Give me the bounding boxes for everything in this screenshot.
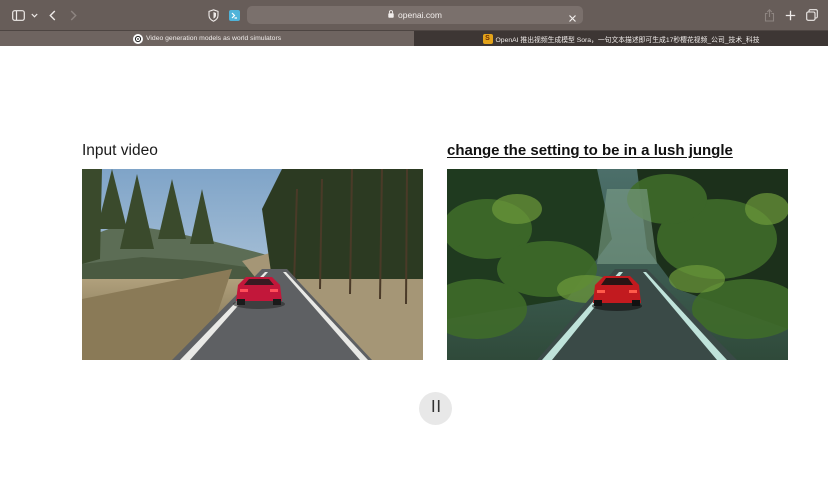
chevron-down-icon[interactable]: [29, 6, 39, 24]
tab-bar: Video generation models as world simulat…: [0, 30, 828, 46]
address-text: openai.com: [398, 10, 442, 20]
share-icon[interactable]: [762, 6, 776, 24]
tab-video-generation[interactable]: Video generation models as world simulat…: [0, 31, 414, 46]
close-icon[interactable]: [568, 10, 577, 28]
output-video[interactable]: [447, 169, 788, 360]
extension-icon[interactable]: [227, 6, 241, 24]
tab-label: Video generation models as world simulat…: [146, 35, 282, 42]
new-tab-icon[interactable]: [783, 6, 797, 24]
browser-toolbar: openai.com: [0, 0, 828, 30]
input-video-label: Input video: [82, 142, 158, 159]
tab-label: OpenAI 推出视频生成模型 Sora，一句文本描述即可生成17秒樱花视频_公…: [495, 36, 760, 44]
pause-button[interactable]: [419, 392, 452, 425]
tab-overview-icon[interactable]: [805, 6, 819, 24]
lock-icon: [388, 10, 394, 20]
s-logo-icon: S: [482, 33, 493, 44]
back-icon[interactable]: [46, 6, 58, 24]
openai-logo-icon: [133, 33, 143, 44]
address-bar[interactable]: openai.com: [247, 6, 583, 24]
prompt-link[interactable]: change the setting to be in a lush jungl…: [447, 142, 733, 159]
tab-sora-news[interactable]: S OpenAI 推出视频生成模型 Sora，一句文本描述即可生成17秒樱花视频…: [414, 31, 828, 46]
shield-icon[interactable]: [206, 6, 220, 24]
forward-icon[interactable]: [67, 6, 79, 24]
input-video[interactable]: [82, 169, 423, 360]
sidebar-toggle-icon[interactable]: [10, 6, 26, 24]
pause-icon: [431, 399, 441, 418]
